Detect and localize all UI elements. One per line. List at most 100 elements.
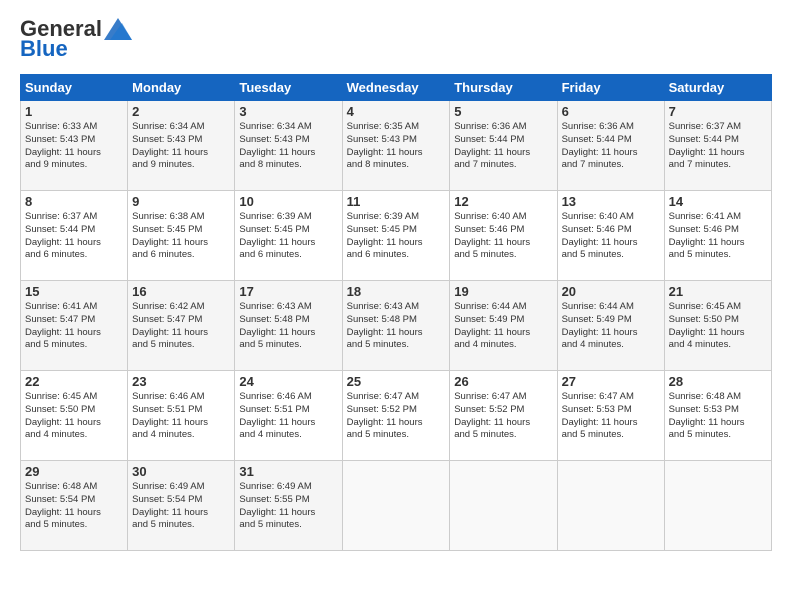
day-info: Sunrise: 6:34 AM Sunset: 5:43 PM Dayligh… bbox=[239, 121, 337, 172]
day-number: 20 bbox=[562, 284, 660, 299]
day-info: Sunrise: 6:48 AM Sunset: 5:54 PM Dayligh… bbox=[25, 481, 123, 532]
calendar-table: SundayMondayTuesdayWednesdayThursdayFrid… bbox=[20, 74, 772, 551]
day-info: Sunrise: 6:41 AM Sunset: 5:47 PM Dayligh… bbox=[25, 301, 123, 352]
day-info: Sunrise: 6:41 AM Sunset: 5:46 PM Dayligh… bbox=[669, 211, 767, 262]
weekday-header: Thursday bbox=[450, 75, 557, 101]
day-info: Sunrise: 6:47 AM Sunset: 5:52 PM Dayligh… bbox=[454, 391, 552, 442]
day-number: 19 bbox=[454, 284, 552, 299]
calendar-week-row: 8Sunrise: 6:37 AM Sunset: 5:44 PM Daylig… bbox=[21, 191, 772, 281]
day-number: 29 bbox=[25, 464, 123, 479]
day-info: Sunrise: 6:46 AM Sunset: 5:51 PM Dayligh… bbox=[239, 391, 337, 442]
day-info: Sunrise: 6:37 AM Sunset: 5:44 PM Dayligh… bbox=[25, 211, 123, 262]
calendar-day-cell: 6 Sunrise: 6:36 AM Sunset: 5:44 PM Daylig… bbox=[557, 101, 664, 191]
day-info: Sunrise: 6:46 AM Sunset: 5:51 PM Dayligh… bbox=[132, 391, 230, 442]
day-info: Sunrise: 6:42 AM Sunset: 5:47 PM Dayligh… bbox=[132, 301, 230, 352]
day-info: Sunrise: 6:34 AM Sunset: 5:43 PM Dayligh… bbox=[132, 121, 230, 172]
day-number: 9 bbox=[132, 194, 230, 209]
calendar-day-cell: 22 Sunrise: 6:45 AM Sunset: 5:50 PM Dayli… bbox=[21, 371, 128, 461]
day-info: Sunrise: 6:44 AM Sunset: 5:49 PM Dayligh… bbox=[454, 301, 552, 352]
day-number: 18 bbox=[347, 284, 446, 299]
calendar-week-row: 15 Sunrise: 6:41 AM Sunset: 5:47 PM Dayli… bbox=[21, 281, 772, 371]
day-info: Sunrise: 6:35 AM Sunset: 5:43 PM Dayligh… bbox=[347, 121, 446, 172]
calendar-day-cell: 27 Sunrise: 6:47 AM Sunset: 5:53 PM Dayli… bbox=[557, 371, 664, 461]
day-number: 23 bbox=[132, 374, 230, 389]
logo-icon bbox=[104, 18, 132, 40]
day-info: Sunrise: 6:43 AM Sunset: 5:48 PM Dayligh… bbox=[239, 301, 337, 352]
day-number: 12 bbox=[454, 194, 552, 209]
calendar-day-cell: 17 Sunrise: 6:43 AM Sunset: 5:48 PM Dayli… bbox=[235, 281, 342, 371]
day-info: Sunrise: 6:45 AM Sunset: 5:50 PM Dayligh… bbox=[25, 391, 123, 442]
day-number: 13 bbox=[562, 194, 660, 209]
calendar-day-cell: 30 Sunrise: 6:49 AM Sunset: 5:54 PM Dayli… bbox=[128, 461, 235, 551]
header: General Blue bbox=[20, 18, 772, 62]
calendar-header: SundayMondayTuesdayWednesdayThursdayFrid… bbox=[21, 75, 772, 101]
day-info: Sunrise: 6:43 AM Sunset: 5:48 PM Dayligh… bbox=[347, 301, 446, 352]
day-info: Sunrise: 6:40 AM Sunset: 5:46 PM Dayligh… bbox=[454, 211, 552, 262]
calendar-day-cell: 14 Sunrise: 6:41 AM Sunset: 5:46 PM Dayli… bbox=[664, 191, 771, 281]
day-number: 7 bbox=[669, 104, 767, 119]
day-info: Sunrise: 6:38 AM Sunset: 5:45 PM Dayligh… bbox=[132, 211, 230, 262]
calendar-day-cell: 16 Sunrise: 6:42 AM Sunset: 5:47 PM Dayli… bbox=[128, 281, 235, 371]
calendar-day-cell: 29 Sunrise: 6:48 AM Sunset: 5:54 PM Dayli… bbox=[21, 461, 128, 551]
calendar-day-cell bbox=[342, 461, 450, 551]
day-info: Sunrise: 6:33 AM Sunset: 5:43 PM Dayligh… bbox=[25, 121, 123, 172]
day-number: 21 bbox=[669, 284, 767, 299]
day-info: Sunrise: 6:36 AM Sunset: 5:44 PM Dayligh… bbox=[454, 121, 552, 172]
day-info: Sunrise: 6:47 AM Sunset: 5:52 PM Dayligh… bbox=[347, 391, 446, 442]
weekday-header: Tuesday bbox=[235, 75, 342, 101]
weekday-header: Saturday bbox=[664, 75, 771, 101]
logo: General Blue bbox=[20, 18, 132, 62]
day-info: Sunrise: 6:49 AM Sunset: 5:54 PM Dayligh… bbox=[132, 481, 230, 532]
day-info: Sunrise: 6:39 AM Sunset: 5:45 PM Dayligh… bbox=[347, 211, 446, 262]
day-number: 10 bbox=[239, 194, 337, 209]
calendar-day-cell: 7 Sunrise: 6:37 AM Sunset: 5:44 PM Daylig… bbox=[664, 101, 771, 191]
day-info: Sunrise: 6:44 AM Sunset: 5:49 PM Dayligh… bbox=[562, 301, 660, 352]
calendar-day-cell: 31 Sunrise: 6:49 AM Sunset: 5:55 PM Dayli… bbox=[235, 461, 342, 551]
day-number: 27 bbox=[562, 374, 660, 389]
day-number: 30 bbox=[132, 464, 230, 479]
day-number: 6 bbox=[562, 104, 660, 119]
page-container: General Blue SundayMondayTuesdayWednesda… bbox=[0, 0, 792, 561]
calendar-day-cell: 28 Sunrise: 6:48 AM Sunset: 5:53 PM Dayli… bbox=[664, 371, 771, 461]
day-info: Sunrise: 6:37 AM Sunset: 5:44 PM Dayligh… bbox=[669, 121, 767, 172]
day-number: 26 bbox=[454, 374, 552, 389]
calendar-day-cell: 23 Sunrise: 6:46 AM Sunset: 5:51 PM Dayli… bbox=[128, 371, 235, 461]
day-info: Sunrise: 6:49 AM Sunset: 5:55 PM Dayligh… bbox=[239, 481, 337, 532]
day-number: 11 bbox=[347, 194, 446, 209]
calendar-day-cell: 4Sunrise: 6:35 AM Sunset: 5:43 PM Daylig… bbox=[342, 101, 450, 191]
day-number: 16 bbox=[132, 284, 230, 299]
day-number: 5 bbox=[454, 104, 552, 119]
day-number: 14 bbox=[669, 194, 767, 209]
day-number: 28 bbox=[669, 374, 767, 389]
calendar-week-row: 29 Sunrise: 6:48 AM Sunset: 5:54 PM Dayli… bbox=[21, 461, 772, 551]
calendar-day-cell: 9 Sunrise: 6:38 AM Sunset: 5:45 PM Daylig… bbox=[128, 191, 235, 281]
day-number: 17 bbox=[239, 284, 337, 299]
calendar-day-cell: 5 Sunrise: 6:36 AM Sunset: 5:44 PM Daylig… bbox=[450, 101, 557, 191]
day-info: Sunrise: 6:47 AM Sunset: 5:53 PM Dayligh… bbox=[562, 391, 660, 442]
day-info: Sunrise: 6:48 AM Sunset: 5:53 PM Dayligh… bbox=[669, 391, 767, 442]
calendar-body: 1 Sunrise: 6:33 AM Sunset: 5:43 PM Daylig… bbox=[21, 101, 772, 551]
day-number: 3 bbox=[239, 104, 337, 119]
calendar-day-cell: 25 Sunrise: 6:47 AM Sunset: 5:52 PM Dayli… bbox=[342, 371, 450, 461]
day-info: Sunrise: 6:45 AM Sunset: 5:50 PM Dayligh… bbox=[669, 301, 767, 352]
calendar-day-cell bbox=[557, 461, 664, 551]
calendar-day-cell: 15 Sunrise: 6:41 AM Sunset: 5:47 PM Dayli… bbox=[21, 281, 128, 371]
day-number: 31 bbox=[239, 464, 337, 479]
calendar-day-cell: 26 Sunrise: 6:47 AM Sunset: 5:52 PM Dayli… bbox=[450, 371, 557, 461]
calendar-week-row: 1 Sunrise: 6:33 AM Sunset: 5:43 PM Daylig… bbox=[21, 101, 772, 191]
calendar-day-cell: 13Sunrise: 6:40 AM Sunset: 5:46 PM Dayli… bbox=[557, 191, 664, 281]
calendar-day-cell: 21 Sunrise: 6:45 AM Sunset: 5:50 PM Dayli… bbox=[664, 281, 771, 371]
day-number: 1 bbox=[25, 104, 123, 119]
calendar-day-cell: 18 Sunrise: 6:43 AM Sunset: 5:48 PM Dayli… bbox=[342, 281, 450, 371]
weekday-header: Wednesday bbox=[342, 75, 450, 101]
calendar-day-cell: 1 Sunrise: 6:33 AM Sunset: 5:43 PM Daylig… bbox=[21, 101, 128, 191]
day-number: 15 bbox=[25, 284, 123, 299]
day-number: 25 bbox=[347, 374, 446, 389]
day-number: 22 bbox=[25, 374, 123, 389]
calendar-day-cell: 3 Sunrise: 6:34 AM Sunset: 5:43 PM Daylig… bbox=[235, 101, 342, 191]
day-info: Sunrise: 6:36 AM Sunset: 5:44 PM Dayligh… bbox=[562, 121, 660, 172]
calendar-day-cell bbox=[450, 461, 557, 551]
calendar-day-cell: 8Sunrise: 6:37 AM Sunset: 5:44 PM Daylig… bbox=[21, 191, 128, 281]
calendar-day-cell bbox=[664, 461, 771, 551]
day-number: 2 bbox=[132, 104, 230, 119]
